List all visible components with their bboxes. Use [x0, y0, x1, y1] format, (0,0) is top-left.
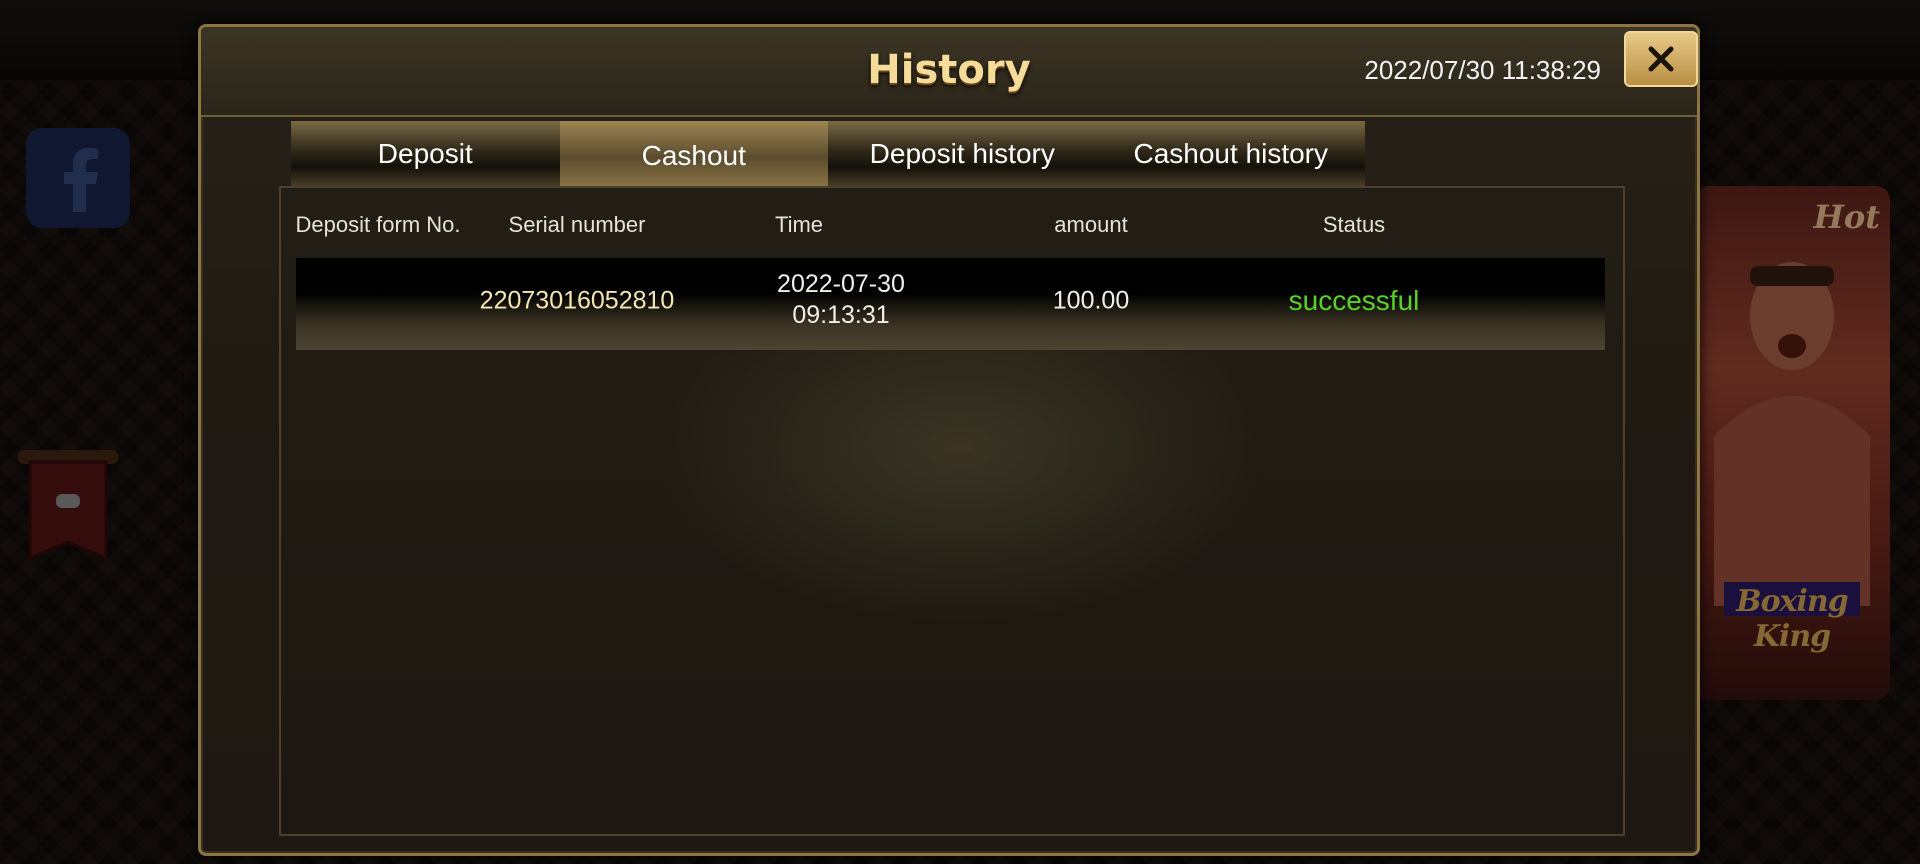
- cell-amount: 100.00: [1052, 286, 1130, 315]
- history-table-panel: Deposit form No. Serial number Time amou…: [279, 186, 1625, 836]
- tab-cashout-history[interactable]: Cashout history: [1097, 121, 1366, 187]
- close-icon: [1648, 46, 1674, 72]
- history-modal: History 2022/07/30 11:38:29 Deposit Cash…: [198, 24, 1700, 856]
- close-button[interactable]: [1624, 31, 1698, 87]
- current-datetime: 2022/07/30 11:38:29: [1364, 55, 1601, 85]
- cell-time-date: 2022-07-30: [777, 270, 905, 298]
- tab-cashout[interactable]: Cashout: [559, 121, 828, 187]
- column-time: Time: [774, 212, 824, 237]
- column-serial-number: Serial number: [508, 212, 646, 237]
- column-amount: amount: [1054, 212, 1128, 237]
- tab-deposit[interactable]: Deposit: [291, 121, 560, 187]
- history-tabs: Deposit Cashout Deposit history Cashout …: [291, 121, 1365, 187]
- cell-time-clock: 09:13:31: [792, 301, 890, 329]
- tab-deposit-history[interactable]: Deposit history: [828, 121, 1097, 187]
- cell-serial-number: 22073016052810: [479, 286, 675, 315]
- table-row[interactable]: 22073016052810 2022-07-30 09:13:31 100.0…: [296, 258, 1605, 350]
- status-badge: successful: [1288, 285, 1420, 316]
- table-header: Deposit form No. Serial number Time amou…: [281, 188, 1623, 248]
- cell-time: 2022-07-30 09:13:31: [777, 269, 905, 331]
- modal-header: History 2022/07/30 11:38:29: [201, 27, 1698, 117]
- column-status: Status: [1322, 212, 1386, 237]
- column-deposit-form-no: Deposit form No.: [295, 212, 461, 237]
